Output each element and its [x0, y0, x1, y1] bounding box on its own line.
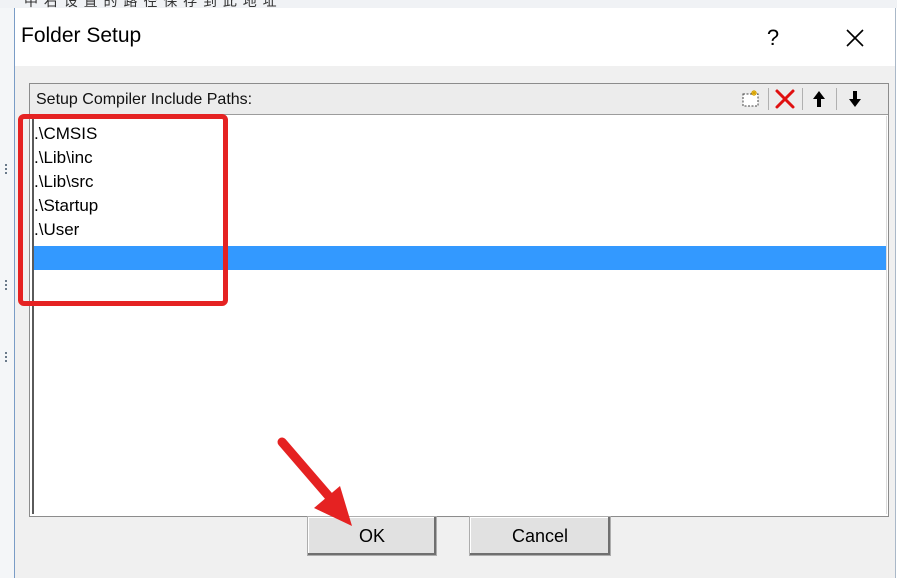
- background-caption-strip: 中 右 设 置 的 路 径 保 存 到 此 地 址: [0, 0, 897, 8]
- delete-button[interactable]: [772, 87, 798, 111]
- new-folder-button[interactable]: [738, 87, 764, 111]
- new-folder-icon: [742, 90, 759, 107]
- dialog-title: Folder Setup: [21, 24, 142, 47]
- arrow-down-icon: [849, 91, 861, 107]
- move-down-button[interactable]: [842, 87, 868, 111]
- arrow-up-icon: [813, 91, 825, 107]
- annotation-arrow-icon: [277, 437, 352, 526]
- title-bar: Folder Setup ?: [15, 8, 895, 66]
- background-caption: 中 右 设 置 的 路 径 保 存 到 此 地 址: [24, 0, 278, 8]
- close-icon: [846, 29, 864, 47]
- toolbar-separator: [836, 88, 837, 110]
- annotation-highlight-box: [18, 114, 228, 306]
- edge-marker: [5, 164, 12, 174]
- edge-marker: [5, 352, 12, 362]
- cancel-button[interactable]: Cancel: [469, 516, 611, 556]
- background-window-edge: [0, 0, 14, 578]
- group-label: Setup Compiler Include Paths:: [36, 91, 253, 108]
- toolbar-separator: [768, 88, 769, 110]
- toolbar-separator: [802, 88, 803, 110]
- help-button[interactable]: ?: [753, 19, 793, 57]
- move-up-button[interactable]: [806, 87, 832, 111]
- delete-icon: [775, 89, 795, 109]
- edge-marker: [5, 280, 12, 290]
- close-button[interactable]: [833, 19, 877, 57]
- group-header: Setup Compiler Include Paths:: [30, 84, 888, 115]
